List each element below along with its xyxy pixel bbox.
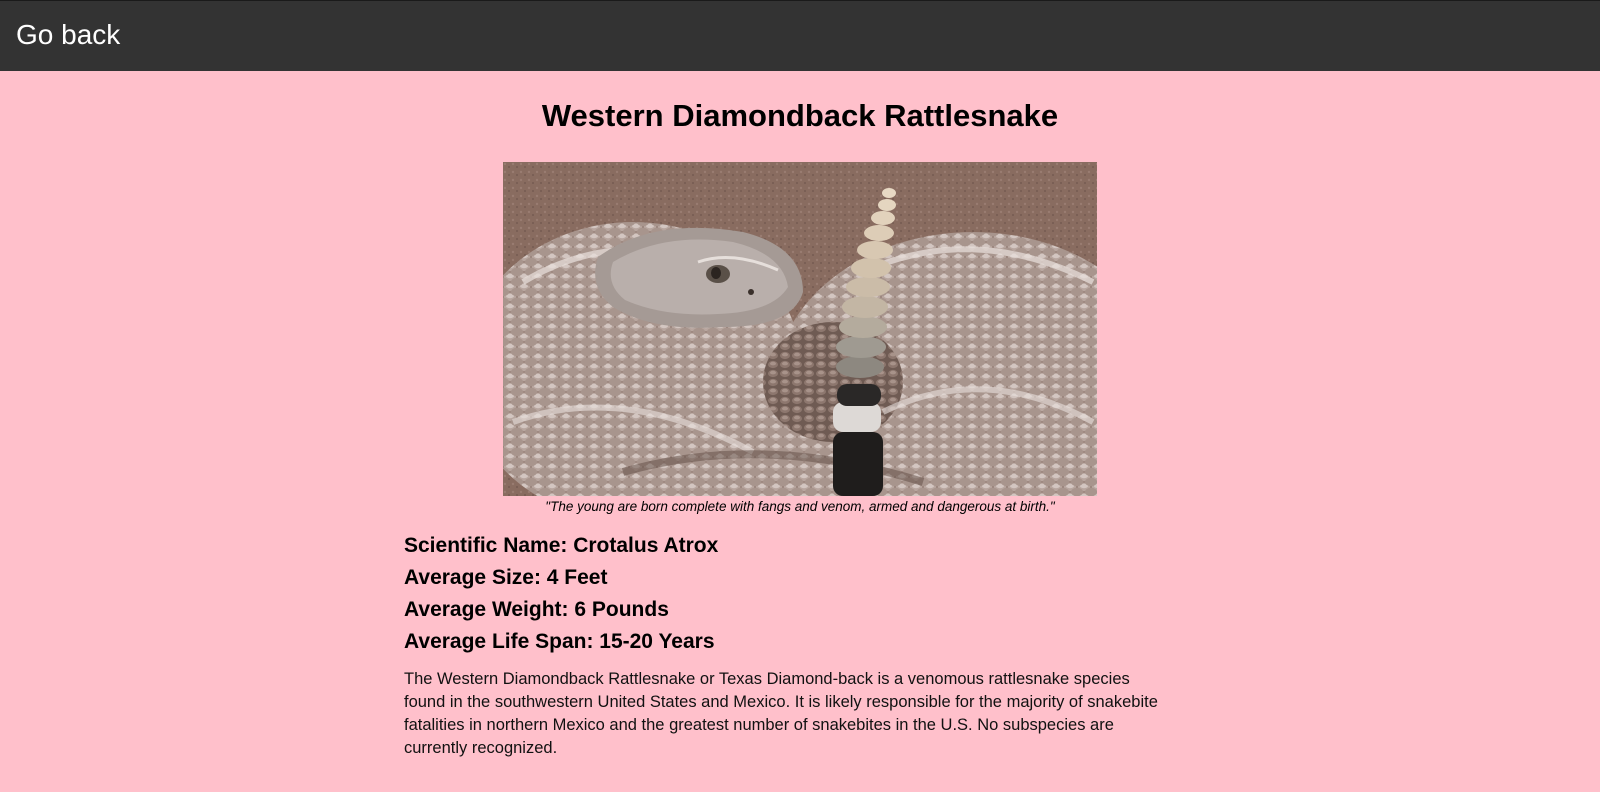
go-back-button[interactable]: Go back (16, 18, 120, 52)
fact-average-life-span: Average Life Span: 15-20 Years (404, 630, 715, 653)
fact-list: Scientific Name: Crotalus Atrox Average … (404, 530, 1204, 658)
fact-average-weight: Average Weight: 6 Pounds (404, 598, 669, 621)
page-title: Western Diamondback Rattlesnake (541, 98, 1059, 133)
description-text: The Western Diamondback Rattlesnake or T… (404, 670, 1158, 757)
top-nav-bar: Go back (0, 0, 1600, 71)
fact-average-size: Average Size: 4 Feet (404, 566, 608, 589)
fact-scientific-name: Scientific Name: Crotalus Atrox (404, 534, 719, 557)
photo-caption: "The young are born complete with fangs … (545, 499, 1055, 514)
snake-photo (503, 162, 1097, 496)
